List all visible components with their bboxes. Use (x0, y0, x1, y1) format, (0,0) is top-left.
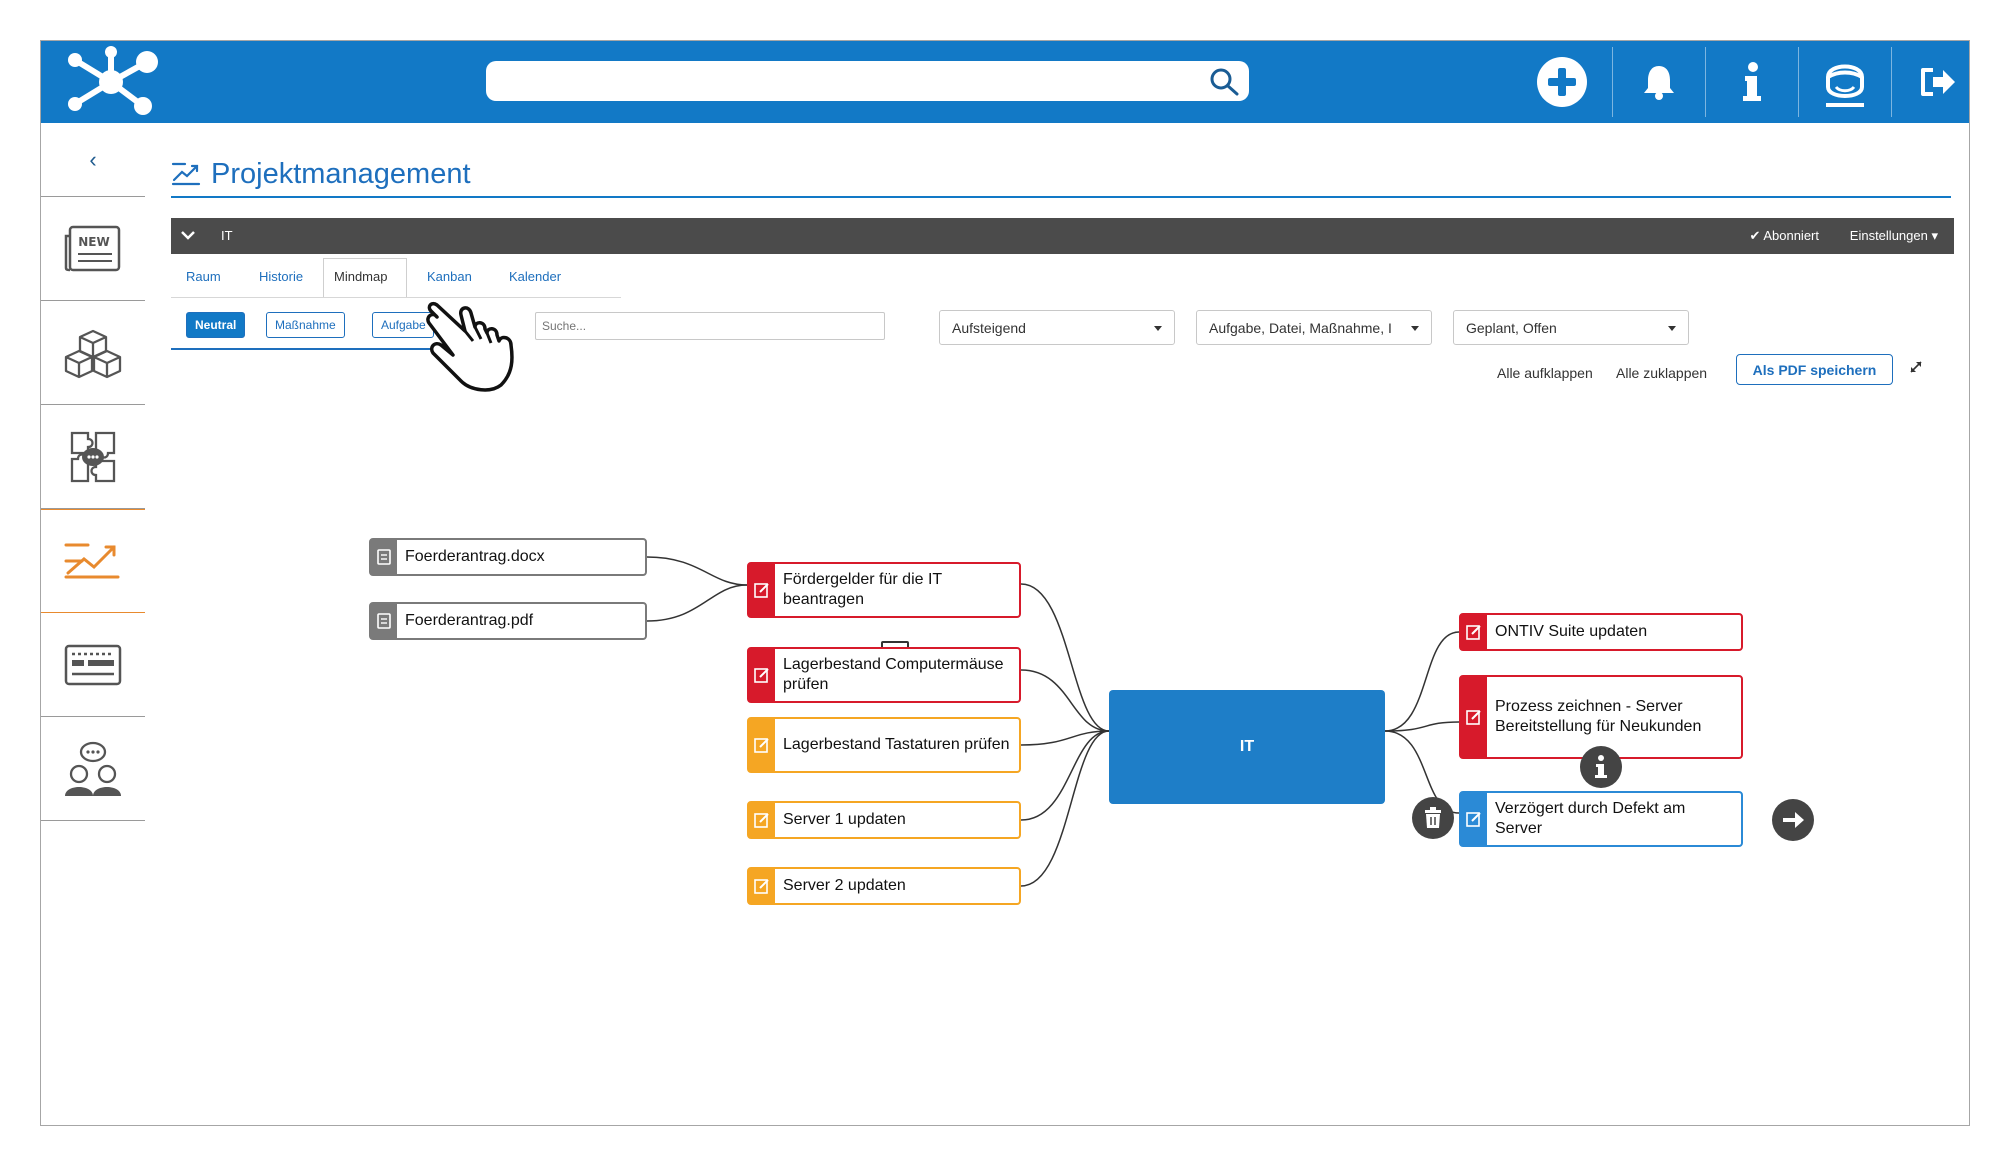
puzzle-chat-icon (70, 431, 116, 482)
document-icon (377, 613, 391, 629)
tab-kanban[interactable]: Kanban (427, 263, 472, 297)
search-icon[interactable] (1207, 65, 1241, 97)
task-edit-icon (754, 668, 769, 683)
trend-chart-icon (64, 543, 120, 579)
expand-all-button[interactable]: Alle aufklappen (1497, 365, 1593, 381)
chevron-left-icon: ‹ (89, 146, 97, 172)
room-header-bar: IT ✔ Abonniert Einstellungen ▾ (171, 218, 1954, 254)
collapse-all-button[interactable]: Alle zuklappen (1616, 365, 1707, 381)
mindmap-task-node[interactable]: Lagerbestand Tastaturen prüfen (747, 717, 1021, 773)
sidebar-item-project-management[interactable] (41, 509, 145, 613)
sidebar-item-community[interactable] (41, 717, 145, 821)
task-edit-icon (1466, 710, 1481, 725)
hand-pointer-icon (426, 301, 514, 392)
global-search-input[interactable] (500, 65, 1180, 97)
task-edit-icon (1466, 625, 1481, 640)
notifications-button[interactable] (1613, 41, 1705, 123)
mindmap-root-node[interactable]: IT (1109, 690, 1385, 804)
sidebar-item-news[interactable]: NEW (41, 197, 145, 301)
status-filter-dropdown[interactable]: Geplant, Offen (1453, 310, 1689, 345)
mindmap-task-node[interactable]: ONTIV Suite updaten (1459, 613, 1743, 651)
document-icon (377, 549, 391, 565)
news-icon: NEW (64, 225, 121, 271)
global-search-box (486, 61, 1249, 101)
mindmap-search-input[interactable] (535, 312, 885, 340)
tab-mindmap[interactable]: Mindmap (334, 263, 387, 297)
tab-kalender[interactable]: Kalender (509, 263, 561, 297)
info-icon (1743, 62, 1761, 101)
tab-divider (171, 297, 621, 298)
logout-icon (1921, 68, 1955, 96)
caret-down-icon: ▾ (1931, 228, 1938, 243)
caret-down-icon (1668, 326, 1676, 331)
sidebar: ‹ NEW (41, 123, 145, 1125)
trash-icon (1425, 807, 1441, 828)
bell-icon (1644, 66, 1674, 100)
task-edit-icon (754, 738, 769, 753)
node-info-button[interactable] (1580, 746, 1622, 788)
tab-raum[interactable]: Raum (186, 263, 221, 297)
user-profile-button[interactable] (1799, 41, 1891, 123)
task-edit-icon (754, 813, 769, 828)
filter-neutral-button[interactable]: Neutral (186, 312, 246, 338)
mindmap-file-node[interactable]: Foerderantrag.docx (369, 538, 647, 576)
mindmap-file-node[interactable]: Foerderantrag.pdf (369, 602, 647, 640)
measure-edit-icon (1466, 812, 1481, 827)
mindmap-task-node[interactable]: Fördergelder für die IT beantragen (747, 562, 1021, 618)
sidebar-item-collaboration[interactable] (41, 405, 145, 509)
caret-down-icon (1411, 326, 1419, 331)
sort-order-dropdown[interactable]: Aufsteigend (939, 310, 1175, 345)
settings-dropdown[interactable]: Einstellungen ▾ (1850, 228, 1938, 244)
tab-historie[interactable]: Historie (259, 263, 303, 297)
title-divider (171, 196, 1951, 198)
mindmap-task-node[interactable]: Server 1 updaten (747, 801, 1021, 839)
open-node-button[interactable] (1772, 799, 1814, 841)
sidebar-item-board[interactable] (41, 613, 145, 717)
arrow-right-icon (1783, 812, 1804, 828)
caret-down-icon (1154, 326, 1162, 331)
fullscreen-expand-icon[interactable] (1907, 358, 1925, 376)
keyboard-board-icon (64, 644, 122, 685)
type-filter-dropdown[interactable]: Aufgabe, Datei, Maßnahme, I (1196, 310, 1432, 345)
mindmap-task-node[interactable]: Lagerbestand Computermäuse prüfen (747, 647, 1021, 703)
room-name: IT (221, 228, 233, 243)
add-button[interactable] (1516, 41, 1608, 123)
filter-massnahme-button[interactable]: Maßnahme (266, 312, 345, 338)
trend-chart-icon (171, 162, 201, 186)
task-edit-icon (754, 879, 769, 894)
network-logo-icon[interactable] (61, 46, 161, 118)
checkmark-icon: ✔ (1749, 228, 1761, 243)
user-avatar-icon (1826, 64, 1864, 107)
plus-circle-icon (1537, 57, 1587, 107)
mindmap-measure-node[interactable]: Verzögert durch Defekt am Server (1459, 791, 1743, 847)
sidebar-collapse-button[interactable]: ‹ (41, 123, 145, 197)
delete-node-button[interactable] (1412, 797, 1454, 839)
people-chat-icon (65, 741, 121, 796)
subscribed-toggle[interactable]: ✔ Abonniert (1750, 228, 1819, 244)
task-edit-icon (754, 583, 769, 598)
chevron-down-icon[interactable] (179, 225, 197, 245)
top-bar (41, 41, 1969, 123)
app-window: ‹ NEW Projektmanagement IT ✔ Abonniert E… (40, 40, 1970, 1126)
sidebar-item-projects[interactable] (41, 301, 145, 405)
info-icon (1595, 755, 1607, 778)
mindmap-task-node[interactable]: Server 2 updaten (747, 867, 1021, 905)
page-title: Projektmanagement (211, 158, 471, 190)
svg-text:NEW: NEW (78, 235, 109, 249)
cubes-icon (64, 329, 122, 378)
save-pdf-button[interactable]: Als PDF speichern (1736, 354, 1893, 385)
info-button[interactable] (1706, 41, 1798, 123)
logout-button[interactable] (1892, 41, 1969, 123)
